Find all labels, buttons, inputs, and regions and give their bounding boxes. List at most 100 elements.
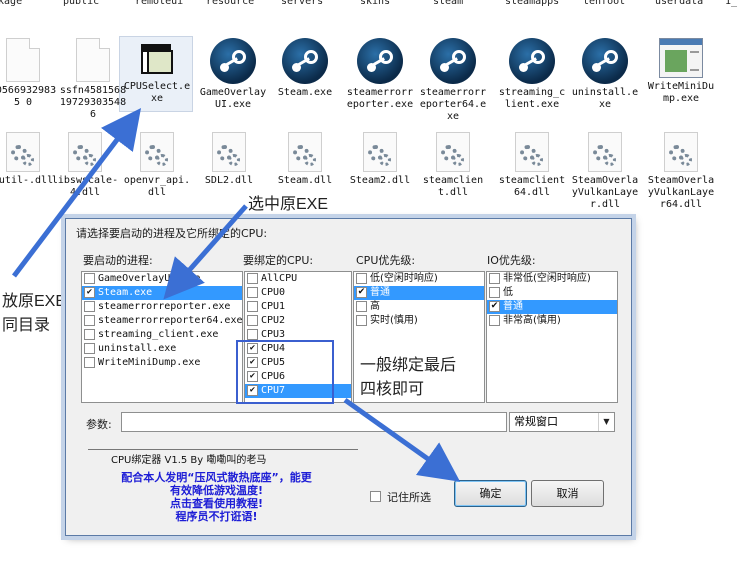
item-label: steamerrorreporter.exe xyxy=(98,301,231,312)
file-label: steamclient64.dll xyxy=(498,175,566,198)
cancel-button[interactable]: 取消 xyxy=(531,480,604,507)
list-item[interactable]: GameOverlayUI.exe xyxy=(82,272,242,286)
list-item[interactable]: CPU2 xyxy=(245,314,351,328)
file-icon-item[interactable]: Steam.dll xyxy=(270,132,340,187)
window-mode-select[interactable]: 常规窗口 ▼ xyxy=(509,412,615,432)
ok-button[interactable]: 确定 xyxy=(454,480,527,507)
file-icon-item[interactable]: Steam.exe xyxy=(270,38,340,99)
params-label: 参数: xyxy=(86,418,112,431)
item-checkbox[interactable] xyxy=(247,287,258,298)
file-icon-item[interactable]: Steam2.dll xyxy=(345,132,415,187)
folder-label[interactable]: tenfoot xyxy=(583,0,625,7)
file-icon-item[interactable]: WriteMiniDump.exe xyxy=(646,38,716,105)
file-icon-item[interactable]: CPUSelect.exe xyxy=(122,38,192,105)
item-checkbox[interactable] xyxy=(247,329,258,340)
document-icon xyxy=(0,38,58,82)
file-icon-item[interactable]: steamclient64.dll xyxy=(497,132,567,199)
file-icon-item[interactable]: steamclient.dll xyxy=(418,132,488,199)
file-icon-item[interactable]: St xyxy=(722,132,740,187)
file-icon-item[interactable]: openvr_api.dll xyxy=(122,132,192,199)
list-item[interactable]: steamerrorreporter.exe xyxy=(82,300,242,314)
list-item[interactable]: AllCPU xyxy=(245,272,351,286)
file-icon-item[interactable]: SteamOverlayVulkanLayer64.dll xyxy=(646,132,716,211)
folder-label[interactable]: 1_ xyxy=(725,0,737,7)
folder-label[interactable]: ckage xyxy=(0,0,22,7)
steam-icon xyxy=(345,38,415,84)
item-checkbox[interactable] xyxy=(84,301,95,312)
item-checkbox[interactable] xyxy=(84,343,95,354)
remember-checkbox[interactable] xyxy=(370,491,381,502)
folder-label[interactable]: steamapps xyxy=(505,0,559,7)
file-icon-item[interactable]: 105669329835 0 xyxy=(0,38,58,109)
io-priority-list[interactable]: 非常低(空闲时响应) 低 ✔ 普通 非常高(慎用) xyxy=(486,271,618,403)
item-checkbox[interactable] xyxy=(247,273,258,284)
item-checkbox[interactable] xyxy=(247,301,258,312)
item-checkbox[interactable] xyxy=(489,315,500,326)
annotation-place-line1: 放原EXE xyxy=(2,293,67,310)
list-item[interactable]: 低 xyxy=(487,286,617,300)
file-icon-item[interactable]: uninstall.exe xyxy=(570,38,640,111)
folder-label[interactable]: remoteui xyxy=(135,0,183,7)
file-label: streaming_client.exe xyxy=(498,87,566,110)
file-icon-item[interactable]: steamerrorreporter.exe xyxy=(345,38,415,111)
item-checkbox[interactable]: ✔ xyxy=(489,301,500,312)
list-item[interactable]: CPU0 xyxy=(245,286,351,300)
folder-label[interactable]: resource xyxy=(206,0,254,7)
item-checkbox[interactable] xyxy=(247,315,258,326)
file-icon-item[interactable]: GameOverlayUI.exe xyxy=(198,38,268,111)
list-item[interactable]: 高 xyxy=(354,300,484,314)
list-item[interactable]: ✔ 普通 xyxy=(487,300,617,314)
item-checkbox[interactable]: ✔ xyxy=(84,287,95,298)
file-icon-item[interactable]: steamerrorreporter64.exe xyxy=(418,38,488,123)
item-checkbox[interactable] xyxy=(84,273,95,284)
item-checkbox[interactable] xyxy=(84,357,95,368)
process-list[interactable]: GameOverlayUI.exe ✔ Steam.exe steamerrorrep… xyxy=(81,271,243,403)
promo-link[interactable]: 配合本人发明“压风式散热底座”，能更 有效降低游戏温度! 点击查看使用教程! 程序员不… xyxy=(84,471,349,523)
list-item[interactable]: ✔ Steam.exe xyxy=(82,286,242,300)
list-item[interactable]: 非常低(空闲时响应) xyxy=(487,272,617,286)
file-label: St xyxy=(722,175,740,187)
item-checkbox[interactable] xyxy=(489,287,500,298)
folder-label[interactable]: public xyxy=(63,0,99,7)
item-label: CPU0 xyxy=(261,287,286,298)
promo-line[interactable]: 点击查看使用教程! xyxy=(84,497,349,510)
item-checkbox[interactable] xyxy=(489,273,500,284)
folder-label[interactable]: steam xyxy=(433,0,463,7)
list-item[interactable]: ✔ 普通 xyxy=(354,286,484,300)
list-item[interactable]: CPU1 xyxy=(245,300,351,314)
item-label: 非常低(空闲时响应) xyxy=(503,273,591,284)
list-item[interactable]: 非常高(慎用) xyxy=(487,314,617,328)
list-item[interactable]: WriteMiniDump.exe xyxy=(82,356,242,370)
file-icon-item[interactable]: libswscale-4.dll xyxy=(50,132,120,199)
folder-label[interactable]: servers xyxy=(281,0,323,7)
chevron-down-icon[interactable]: ▼ xyxy=(598,413,614,431)
document-icon xyxy=(58,38,128,82)
list-item[interactable]: steamerrorreporter64.exe xyxy=(82,314,242,328)
item-checkbox[interactable] xyxy=(356,273,367,284)
annotation-select-exe: 选中原EXE xyxy=(248,196,329,213)
steam-icon xyxy=(418,38,488,84)
file-icon-item[interactable]: cr xyxy=(722,38,740,97)
promo-line[interactable]: 有效降低游戏温度! xyxy=(84,484,349,497)
list-item[interactable]: 低(空闲时响应) xyxy=(354,272,484,286)
file-icon-item[interactable]: SDL2.dll xyxy=(194,132,264,187)
remember-selection[interactable]: 记住所选 xyxy=(370,489,431,505)
item-checkbox[interactable] xyxy=(84,315,95,326)
list-item[interactable]: 实时(慎用) xyxy=(354,314,484,328)
file-label: steamclient.dll xyxy=(422,175,484,198)
folder-label[interactable]: skins xyxy=(360,0,390,7)
file-icon-item[interactable]: streaming_client.exe xyxy=(497,38,567,111)
file-icon-item[interactable]: SteamOverlayVulkanLayer.dll xyxy=(570,132,640,211)
item-checkbox[interactable] xyxy=(356,301,367,312)
item-checkbox[interactable]: ✔ xyxy=(356,287,367,298)
file-icon-item[interactable]: ssfn4581568197293035486 xyxy=(58,38,128,121)
list-item[interactable]: uninstall.exe xyxy=(82,342,242,356)
annotation-bind-line2: 四核即可 xyxy=(360,381,425,398)
item-checkbox[interactable] xyxy=(84,329,95,340)
promo-line[interactable]: 程序员不打诳语! xyxy=(84,510,349,523)
item-checkbox[interactable] xyxy=(356,315,367,326)
params-input[interactable] xyxy=(121,412,507,432)
list-item[interactable]: streaming_client.exe xyxy=(82,328,242,342)
folder-label[interactable]: userdata xyxy=(655,0,703,7)
promo-line[interactable]: 配合本人发明“压风式散热底座”，能更 xyxy=(84,471,349,484)
